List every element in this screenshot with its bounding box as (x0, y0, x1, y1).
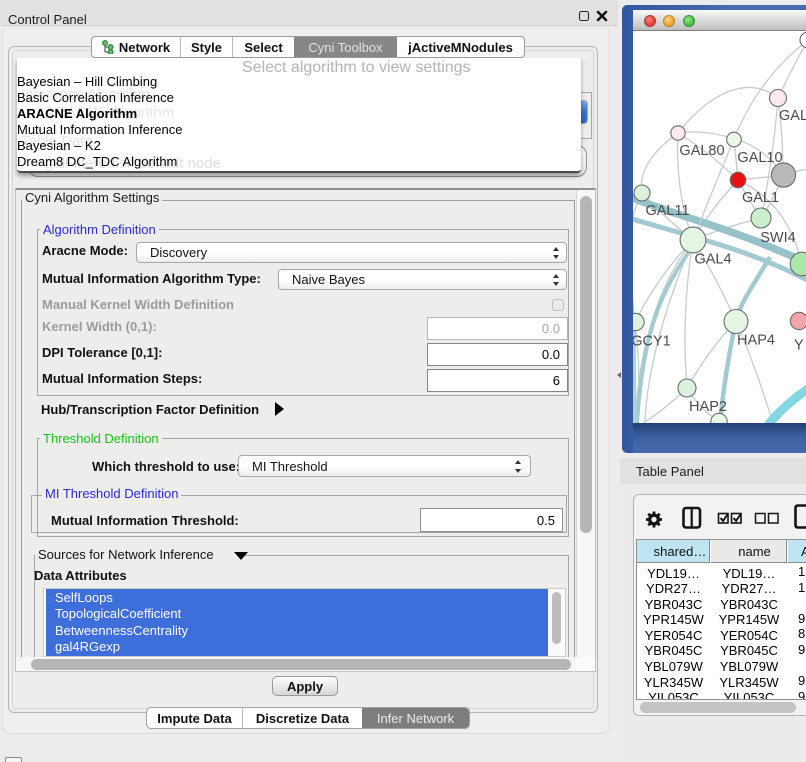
svg-text:GAL80: GAL80 (679, 143, 724, 159)
svg-text:HAP4: HAP4 (737, 333, 775, 349)
svg-text:SWI4: SWI4 (760, 230, 795, 246)
svg-text:GAL4: GAL4 (694, 252, 731, 268)
svg-text:GAL11: GAL11 (645, 203, 689, 219)
svg-text:Y: Y (794, 338, 804, 354)
svg-text:GAL: GAL (779, 108, 806, 124)
svg-text:GCY1: GCY1 (633, 334, 671, 350)
svg-text:GAL10: GAL10 (737, 150, 782, 166)
svg-text:GAL1: GAL1 (742, 190, 779, 206)
svg-text:HAP2: HAP2 (689, 399, 727, 415)
